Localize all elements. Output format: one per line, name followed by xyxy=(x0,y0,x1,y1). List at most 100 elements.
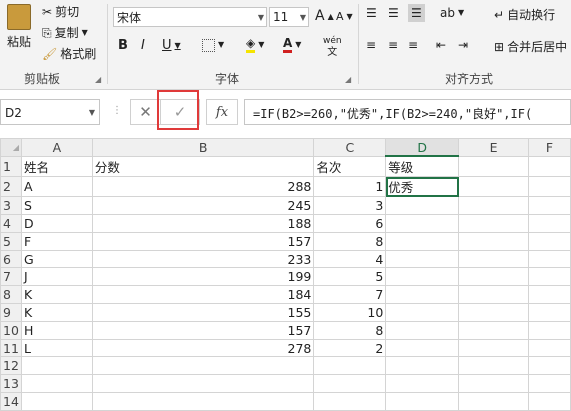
cell-a[interactable]: D xyxy=(20,214,93,233)
cell-d[interactable]: 优秀 xyxy=(385,176,460,198)
cell-d[interactable] xyxy=(385,196,460,216)
cell-c[interactable] xyxy=(313,356,387,376)
align-bottom-button[interactable]: ☰ xyxy=(408,4,425,22)
font-size-combo[interactable]: 11 ▼ xyxy=(269,7,309,27)
cell-f[interactable] xyxy=(528,155,571,178)
cell-e[interactable] xyxy=(458,303,530,322)
cell-c[interactable]: 名次 xyxy=(313,155,387,178)
cell-d[interactable] xyxy=(385,214,460,233)
font-name-combo[interactable]: 宋体 ▼ xyxy=(113,7,267,27)
row-header[interactable]: 11 xyxy=(0,338,22,358)
cell-b[interactable] xyxy=(91,356,315,376)
cell-e[interactable] xyxy=(458,374,530,394)
cell-f[interactable] xyxy=(528,392,571,411)
cell-a[interactable] xyxy=(20,392,93,411)
cut-button[interactable]: ✂ 剪切 xyxy=(42,3,79,20)
cell-f[interactable] xyxy=(528,374,571,394)
cell-d[interactable] xyxy=(385,303,460,322)
cell-a[interactable]: L xyxy=(20,338,93,358)
cell-f[interactable] xyxy=(528,196,571,216)
cell-e[interactable] xyxy=(458,214,530,233)
increase-indent-button[interactable]: ⇥ xyxy=(458,38,468,52)
column-header-d[interactable]: D xyxy=(385,138,460,158)
cell-a[interactable]: H xyxy=(20,320,93,340)
cell-b[interactable]: 157 xyxy=(91,231,315,251)
wrap-text-button[interactable]: ↵ 自动换行 xyxy=(494,6,555,23)
cell-b[interactable]: 199 xyxy=(91,267,315,287)
cell-c[interactable]: 5 xyxy=(313,267,387,287)
cell-d[interactable]: 等级 xyxy=(385,155,460,178)
cell-f[interactable] xyxy=(528,356,571,376)
cell-c[interactable] xyxy=(313,392,387,411)
cell-b[interactable]: 233 xyxy=(91,249,315,269)
cell-f[interactable] xyxy=(528,303,571,322)
insert-function-button[interactable]: fx xyxy=(206,99,238,125)
cell-c[interactable] xyxy=(313,374,387,394)
row-header[interactable]: 2 xyxy=(0,176,22,198)
column-header-e[interactable]: E xyxy=(458,138,530,157)
cell-f[interactable] xyxy=(528,267,571,287)
column-header-c[interactable]: C xyxy=(313,138,387,157)
cell-f[interactable] xyxy=(528,249,571,269)
select-all-corner[interactable]: ◢ xyxy=(0,138,22,157)
copy-button[interactable]: ⎘ 复制 ▼ xyxy=(42,24,88,41)
row-header[interactable]: 9 xyxy=(0,303,22,322)
cell-d[interactable] xyxy=(385,231,460,251)
cell-c[interactable]: 10 xyxy=(313,303,387,322)
cell-a[interactable]: S xyxy=(20,196,93,216)
cell-d[interactable] xyxy=(385,320,460,340)
decrease-indent-button[interactable]: ⇤ xyxy=(436,38,446,52)
cell-f[interactable] xyxy=(528,176,571,198)
row-header[interactable]: 3 xyxy=(0,196,22,216)
cell-d[interactable] xyxy=(385,267,460,287)
row-header[interactable]: 4 xyxy=(0,214,22,233)
cell-a[interactable] xyxy=(20,356,93,376)
cell-d[interactable] xyxy=(385,285,460,305)
row-header[interactable]: 12 xyxy=(0,356,22,376)
cell-b[interactable]: 184 xyxy=(91,285,315,305)
row-header[interactable]: 10 xyxy=(0,320,22,340)
column-header-b[interactable]: B xyxy=(91,138,315,157)
cell-c[interactable]: 3 xyxy=(313,196,387,216)
cell-b[interactable]: 157 xyxy=(91,320,315,340)
borders-button[interactable]: ▼ xyxy=(202,38,224,52)
cell-e[interactable] xyxy=(458,356,530,376)
row-header[interactable]: 1 xyxy=(0,155,22,178)
bold-button[interactable]: B xyxy=(118,38,128,53)
cell-c[interactable]: 1 xyxy=(313,176,387,198)
cell-b[interactable]: 278 xyxy=(91,338,315,358)
dialog-launcher-icon[interactable]: ◢ xyxy=(345,73,351,87)
italic-button[interactable]: I xyxy=(141,38,145,53)
cell-d[interactable] xyxy=(385,374,460,394)
cell-c[interactable]: 8 xyxy=(313,320,387,340)
cell-f[interactable] xyxy=(528,231,571,251)
cell-d[interactable] xyxy=(385,249,460,269)
merge-center-button[interactable]: ⊞ 合并后居中 xyxy=(494,38,567,55)
cell-b[interactable]: 188 xyxy=(91,214,315,233)
cell-a[interactable]: G xyxy=(20,249,93,269)
cell-f[interactable] xyxy=(528,320,571,340)
cell-b[interactable]: 288 xyxy=(91,176,315,198)
cell-c[interactable]: 7 xyxy=(313,285,387,305)
cell-e[interactable] xyxy=(458,155,530,178)
cell-a[interactable] xyxy=(20,374,93,394)
row-header[interactable]: 13 xyxy=(0,374,22,394)
cell-c[interactable]: 6 xyxy=(313,214,387,233)
cell-a[interactable]: 姓名 xyxy=(20,155,93,178)
align-center-button[interactable]: ≡ xyxy=(388,38,398,52)
cell-e[interactable] xyxy=(458,196,530,216)
cell-d[interactable] xyxy=(385,338,460,358)
orientation-button[interactable]: ab ▼ xyxy=(440,6,464,20)
cell-b[interactable]: 155 xyxy=(91,303,315,322)
row-header[interactable]: 6 xyxy=(0,249,22,269)
underline-button[interactable]: U ▼ xyxy=(162,38,181,53)
row-header[interactable]: 8 xyxy=(0,285,22,305)
dialog-launcher-icon[interactable]: ◢ xyxy=(95,73,101,87)
cell-f[interactable] xyxy=(528,285,571,305)
column-header-f[interactable]: F xyxy=(528,138,571,157)
cell-e[interactable] xyxy=(458,249,530,269)
cell-c[interactable]: 4 xyxy=(313,249,387,269)
fill-color-button[interactable]: ◈ ▼ xyxy=(246,36,264,53)
drag-handle-icon[interactable]: ⋮ xyxy=(112,105,122,116)
align-right-button[interactable]: ≡ xyxy=(408,38,418,52)
